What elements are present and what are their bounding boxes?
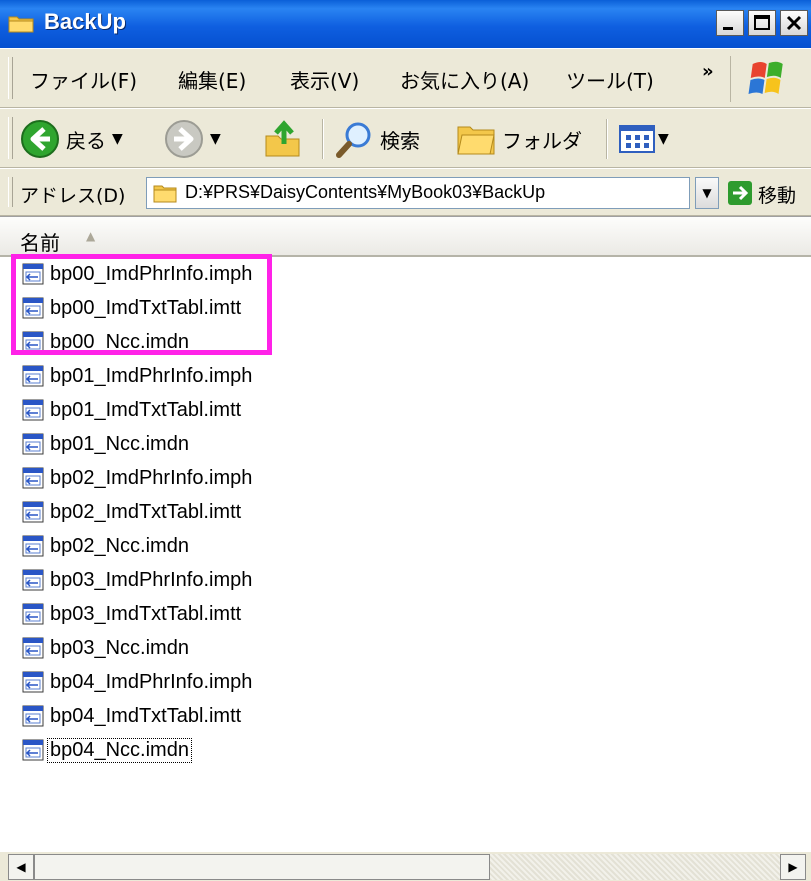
up-folder-button[interactable] <box>262 117 304 161</box>
standard-toolbar: 戻る ▼ ▼ 検索 フォルダ ▼ <box>0 108 811 168</box>
forward-dropdown-caret[interactable]: ▼ <box>210 131 221 147</box>
go-button-label[interactable]: 移動 <box>758 181 796 208</box>
folders-button[interactable]: フォルダ <box>456 117 582 161</box>
list-item[interactable]: bp02_ImdPhrInfo.imph <box>22 462 254 494</box>
list-item[interactable]: bp01_Ncc.imdn <box>22 428 191 460</box>
file-icon <box>22 637 44 659</box>
forward-arrow-icon <box>165 120 203 158</box>
maximize-button[interactable] <box>748 10 776 36</box>
file-name: bp02_Ncc.imdn <box>50 534 189 557</box>
address-label: アドレス(D) <box>20 185 126 207</box>
sort-ascending-icon: ▲ <box>86 229 96 243</box>
list-item[interactable]: bp01_ImdTxtTabl.imtt <box>22 394 243 426</box>
menubar-grip[interactable] <box>8 57 13 99</box>
file-name: bp04_Ncc.imdn <box>47 737 192 763</box>
folder-icon <box>8 16 34 33</box>
file-icon <box>22 705 44 727</box>
go-arrow-icon[interactable] <box>728 181 752 205</box>
file-icon <box>22 365 44 387</box>
list-item[interactable]: bp01_ImdPhrInfo.imph <box>22 360 254 392</box>
menu-file[interactable]: ファイル(F) <box>30 65 137 94</box>
window-title: BackUp <box>44 9 126 34</box>
address-dropdown-button[interactable]: ▼ <box>695 177 719 209</box>
file-icon <box>22 739 44 761</box>
column-header-label: 名前 <box>20 231 60 255</box>
file-icon <box>22 433 44 455</box>
back-button[interactable]: 戻る ▼ <box>20 117 123 161</box>
list-item[interactable]: bp03_Ncc.imdn <box>22 632 191 664</box>
folder-icon <box>153 185 177 203</box>
menu-bar: ファイル(F) 編集(E) 表示(V) お気に入り(A) ツール(T) » <box>0 48 811 108</box>
annotation-highlight-box <box>11 254 272 355</box>
close-button[interactable] <box>780 10 808 36</box>
forward-button[interactable]: ▼ <box>164 117 221 161</box>
address-input[interactable]: D:¥PRS¥DaisyContents¥MyBook03¥BackUp <box>146 177 690 209</box>
file-name: bp01_Ncc.imdn <box>50 432 189 455</box>
list-item[interactable]: bp04_ImdTxtTabl.imtt <box>22 700 243 732</box>
toolbar-grip[interactable] <box>8 117 13 159</box>
views-button[interactable]: ▼ <box>618 117 669 161</box>
file-icon <box>22 569 44 591</box>
scrollbar-thumb[interactable] <box>34 854 490 880</box>
file-name: bp04_ImdTxtTabl.imtt <box>50 704 242 727</box>
address-path: D:¥PRS¥DaisyContents¥MyBook03¥BackUp <box>185 182 546 202</box>
file-icon <box>22 501 44 523</box>
scroll-right-button[interactable]: ▶ <box>780 854 806 880</box>
back-label: 戻る <box>66 128 106 153</box>
up-folder-icon <box>265 120 300 157</box>
windows-logo-icon <box>730 56 806 102</box>
list-item[interactable]: bp02_ImdTxtTabl.imtt <box>22 496 243 528</box>
file-name: bp01_ImdPhrInfo.imph <box>50 364 253 387</box>
search-icon <box>336 122 371 158</box>
file-icon <box>22 399 44 421</box>
views-icon <box>619 125 655 153</box>
menu-favorites[interactable]: お気に入り(A) <box>400 65 529 94</box>
menu-overflow-chevron[interactable]: » <box>702 61 714 82</box>
folders-icon <box>457 126 495 155</box>
list-item[interactable]: bp03_ImdPhrInfo.imph <box>22 564 254 596</box>
horizontal-scrollbar[interactable]: ◀ ▶ <box>0 852 811 881</box>
file-name: bp02_ImdTxtTabl.imtt <box>50 500 242 523</box>
views-dropdown-caret[interactable]: ▼ <box>658 131 669 147</box>
back-arrow-icon <box>21 120 59 158</box>
explorer-window: BackUp ファイル(F) 編集(E) 表示(V) お気に入り(A) ツール(… <box>0 0 811 881</box>
column-header-name[interactable]: 名前 ▲ <box>0 217 811 257</box>
folders-label: フォルダ <box>502 128 582 153</box>
list-item[interactable]: bp04_ImdPhrInfo.imph <box>22 666 254 698</box>
file-name: bp04_ImdPhrInfo.imph <box>50 670 253 693</box>
title-bar[interactable]: BackUp <box>0 0 811 49</box>
back-dropdown-caret[interactable]: ▼ <box>112 131 123 147</box>
file-icon <box>22 671 44 693</box>
file-icon <box>22 603 44 625</box>
file-icon <box>22 467 44 489</box>
file-name: bp03_ImdTxtTabl.imtt <box>50 602 242 625</box>
addressbar-grip[interactable] <box>8 177 13 207</box>
address-bar: アドレス(D) D:¥PRS¥DaisyContents¥MyBook03¥Ba… <box>0 168 811 216</box>
list-item[interactable]: bp02_Ncc.imdn <box>22 530 191 562</box>
file-name: bp01_ImdTxtTabl.imtt <box>50 398 242 421</box>
list-item[interactable]: bp04_Ncc.imdn <box>22 734 192 766</box>
menu-view[interactable]: 表示(V) <box>290 65 359 94</box>
menu-tools[interactable]: ツール(T) <box>566 65 654 94</box>
file-name: bp03_Ncc.imdn <box>50 636 189 659</box>
scroll-left-button[interactable]: ◀ <box>8 854 34 880</box>
file-icon <box>22 535 44 557</box>
search-label: 検索 <box>380 128 420 153</box>
file-name: bp03_ImdPhrInfo.imph <box>50 568 253 591</box>
menu-edit[interactable]: 編集(E) <box>178 65 246 94</box>
file-name: bp02_ImdPhrInfo.imph <box>50 466 253 489</box>
search-button[interactable]: 検索 <box>334 117 420 161</box>
list-item[interactable]: bp03_ImdTxtTabl.imtt <box>22 598 243 630</box>
minimize-button[interactable] <box>716 10 744 36</box>
